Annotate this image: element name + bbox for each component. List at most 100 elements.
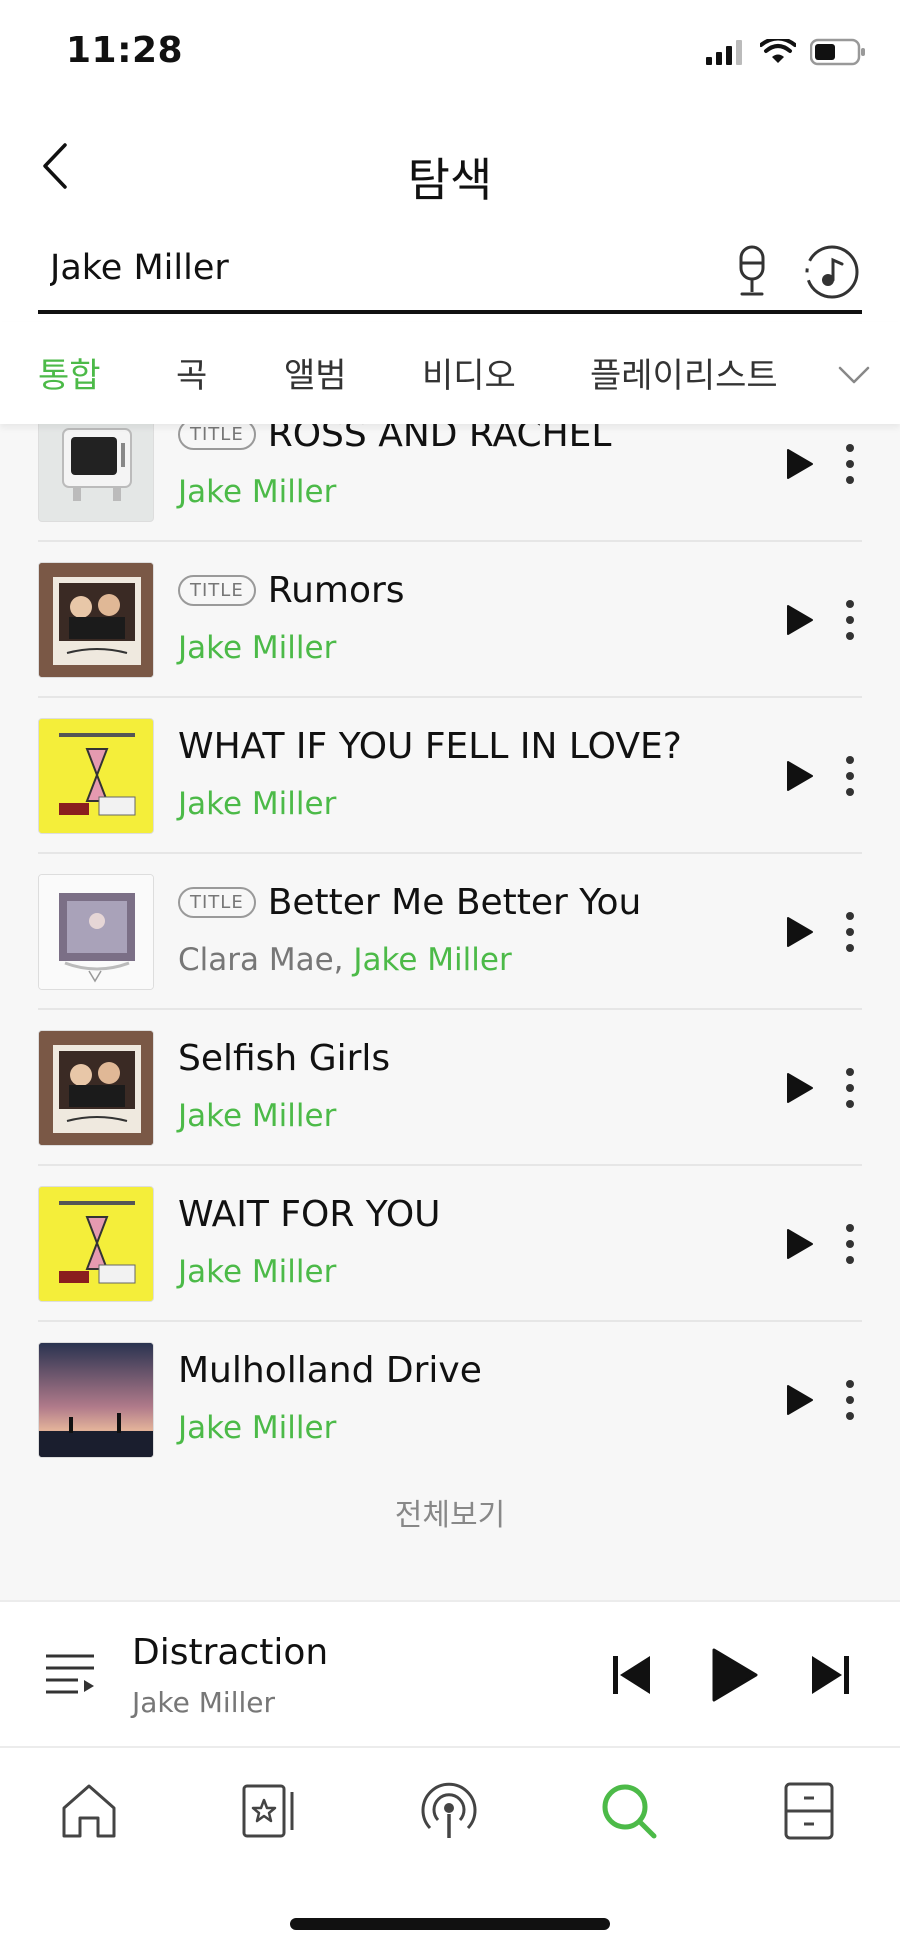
nav-podcast[interactable] [414, 1776, 484, 1846]
artist-primary[interactable]: Jake Miller [178, 630, 336, 666]
skip-forward-icon [812, 1656, 849, 1694]
battery-icon [810, 38, 865, 66]
song-title: Better Me Better You [267, 882, 642, 923]
play-button[interactable] [778, 1068, 818, 1108]
next-track-button[interactable] [808, 1652, 852, 1698]
search-icon [602, 1784, 657, 1839]
tab-songs[interactable]: 곡 [176, 348, 207, 397]
now-playing-title: Distraction [132, 1632, 329, 1673]
artist-primary[interactable]: Jake Miller [178, 1410, 336, 1446]
page-title: 탐색 [407, 153, 493, 207]
song-title-line: TITLE Rumors [178, 570, 405, 611]
song-row[interactable]: Mulholland Drive Jake Miller [38, 1322, 862, 1478]
title-badge: TITLE [178, 887, 256, 918]
nav-storage[interactable] [774, 1776, 844, 1846]
song-artist: Jake Miller [178, 474, 336, 510]
album-cover [38, 1030, 154, 1146]
play-icon [787, 1073, 813, 1103]
nav-search[interactable] [594, 1776, 664, 1846]
song-row[interactable]: WHAT IF YOU FELL IN LOVE? Jake Miller [38, 698, 862, 854]
song-artist: Jake Miller [178, 786, 336, 822]
header: 탐색 [0, 110, 900, 230]
playlist-queue-button[interactable] [44, 1650, 96, 1700]
song-artist: Jake Miller [178, 630, 336, 666]
artist-primary[interactable]: Jake Miller [178, 474, 336, 510]
play-button[interactable] [778, 1224, 818, 1264]
more-options-button[interactable] [838, 910, 862, 954]
artist-primary[interactable]: Jake Miller [353, 942, 511, 978]
more-options-button[interactable] [838, 1378, 862, 1422]
more-vertical-icon [846, 756, 854, 796]
play-button[interactable] [778, 444, 818, 484]
artist-primary[interactable]: Jake Miller [178, 1254, 336, 1290]
title-badge: TITLE [178, 575, 256, 606]
mini-player[interactable]: Distraction Jake Miller [0, 1600, 900, 1748]
play-button[interactable] [778, 912, 818, 952]
tab-videos[interactable]: 비디오 [422, 348, 516, 397]
song-artist: Jake Miller [178, 1410, 336, 1446]
status-icons [706, 38, 866, 66]
previous-track-button[interactable] [610, 1652, 654, 1698]
song-artist: Jake Miller [178, 1098, 336, 1134]
nav-home[interactable] [54, 1776, 124, 1846]
song-row[interactable]: WAIT FOR YOU Jake Miller [38, 1166, 862, 1322]
play-icon [787, 449, 813, 479]
more-vertical-icon [846, 600, 854, 640]
song-title: WHAT IF YOU FELL IN LOVE? [178, 726, 682, 767]
album-cover [38, 1342, 154, 1458]
more-options-button[interactable] [838, 1066, 862, 1110]
mini-play-button[interactable] [706, 1646, 760, 1704]
chevron-down-icon [838, 366, 870, 384]
nav-library[interactable] [234, 1776, 304, 1846]
tab-playlists[interactable]: 플레이리스트 [590, 348, 778, 397]
status-time: 11:28 [66, 30, 184, 71]
song-row[interactable]: TITLE Better Me Better You Clara Mae, Ja… [38, 854, 862, 1010]
play-icon [787, 605, 813, 635]
status-bar: 11:28 [0, 0, 900, 110]
song-title-line: Mulholland Drive [178, 1350, 482, 1391]
play-button[interactable] [778, 1380, 818, 1420]
song-artist: Clara Mae, Jake Miller [178, 942, 512, 978]
album-cover [38, 562, 154, 678]
podcast-icon [421, 1782, 477, 1838]
category-tabs: 통합 곡 앨범 비디오 플레이리스트 [0, 322, 900, 424]
more-options-button[interactable] [838, 1222, 862, 1266]
tab-albums[interactable]: 앨범 [284, 348, 347, 397]
more-vertical-icon [846, 444, 854, 484]
search-input[interactable] [50, 240, 690, 296]
view-all-link[interactable]: 전체보기 [0, 1490, 900, 1534]
album-cover [38, 424, 154, 522]
storage-icon [784, 1782, 834, 1840]
more-vertical-icon [846, 1380, 854, 1420]
song-row[interactable]: TITLE Rumors Jake Miller [38, 542, 862, 698]
voice-search-button[interactable] [730, 244, 774, 300]
song-artist: Jake Miller [178, 1254, 336, 1290]
tab-all[interactable]: 통합 [38, 348, 101, 397]
more-vertical-icon [846, 1224, 854, 1264]
artist-primary[interactable]: Jake Miller [178, 786, 336, 822]
song-title: Rumors [267, 570, 405, 611]
music-recognition-button[interactable] [804, 244, 860, 300]
queue-icon [46, 1654, 94, 1694]
artist-primary[interactable]: Jake Miller [178, 1098, 336, 1134]
more-options-button[interactable] [838, 754, 862, 798]
song-row[interactable]: Selfish Girls Jake Miller [38, 1010, 862, 1166]
more-options-button[interactable] [838, 598, 862, 642]
title-badge: TITLE [178, 424, 256, 450]
song-title: WAIT FOR YOU [178, 1194, 441, 1235]
song-title-line: TITLE ROSS AND RACHEL [178, 424, 611, 455]
song-title-line: WAIT FOR YOU [178, 1194, 441, 1235]
album-cover [38, 718, 154, 834]
play-button[interactable] [778, 600, 818, 640]
play-icon [787, 1385, 813, 1415]
music-note-circle-icon [805, 245, 859, 299]
more-options-button[interactable] [838, 442, 862, 486]
song-row[interactable]: TITLE ROSS AND RACHEL Jake Miller [38, 424, 862, 542]
play-button[interactable] [778, 756, 818, 796]
artist-secondary[interactable]: Clara Mae, [178, 942, 353, 978]
skip-back-icon [613, 1656, 650, 1694]
play-icon [787, 761, 813, 791]
now-playing-artist: Jake Miller [132, 1686, 275, 1719]
tabs-expand-button[interactable] [834, 354, 874, 394]
play-icon [787, 1229, 813, 1259]
